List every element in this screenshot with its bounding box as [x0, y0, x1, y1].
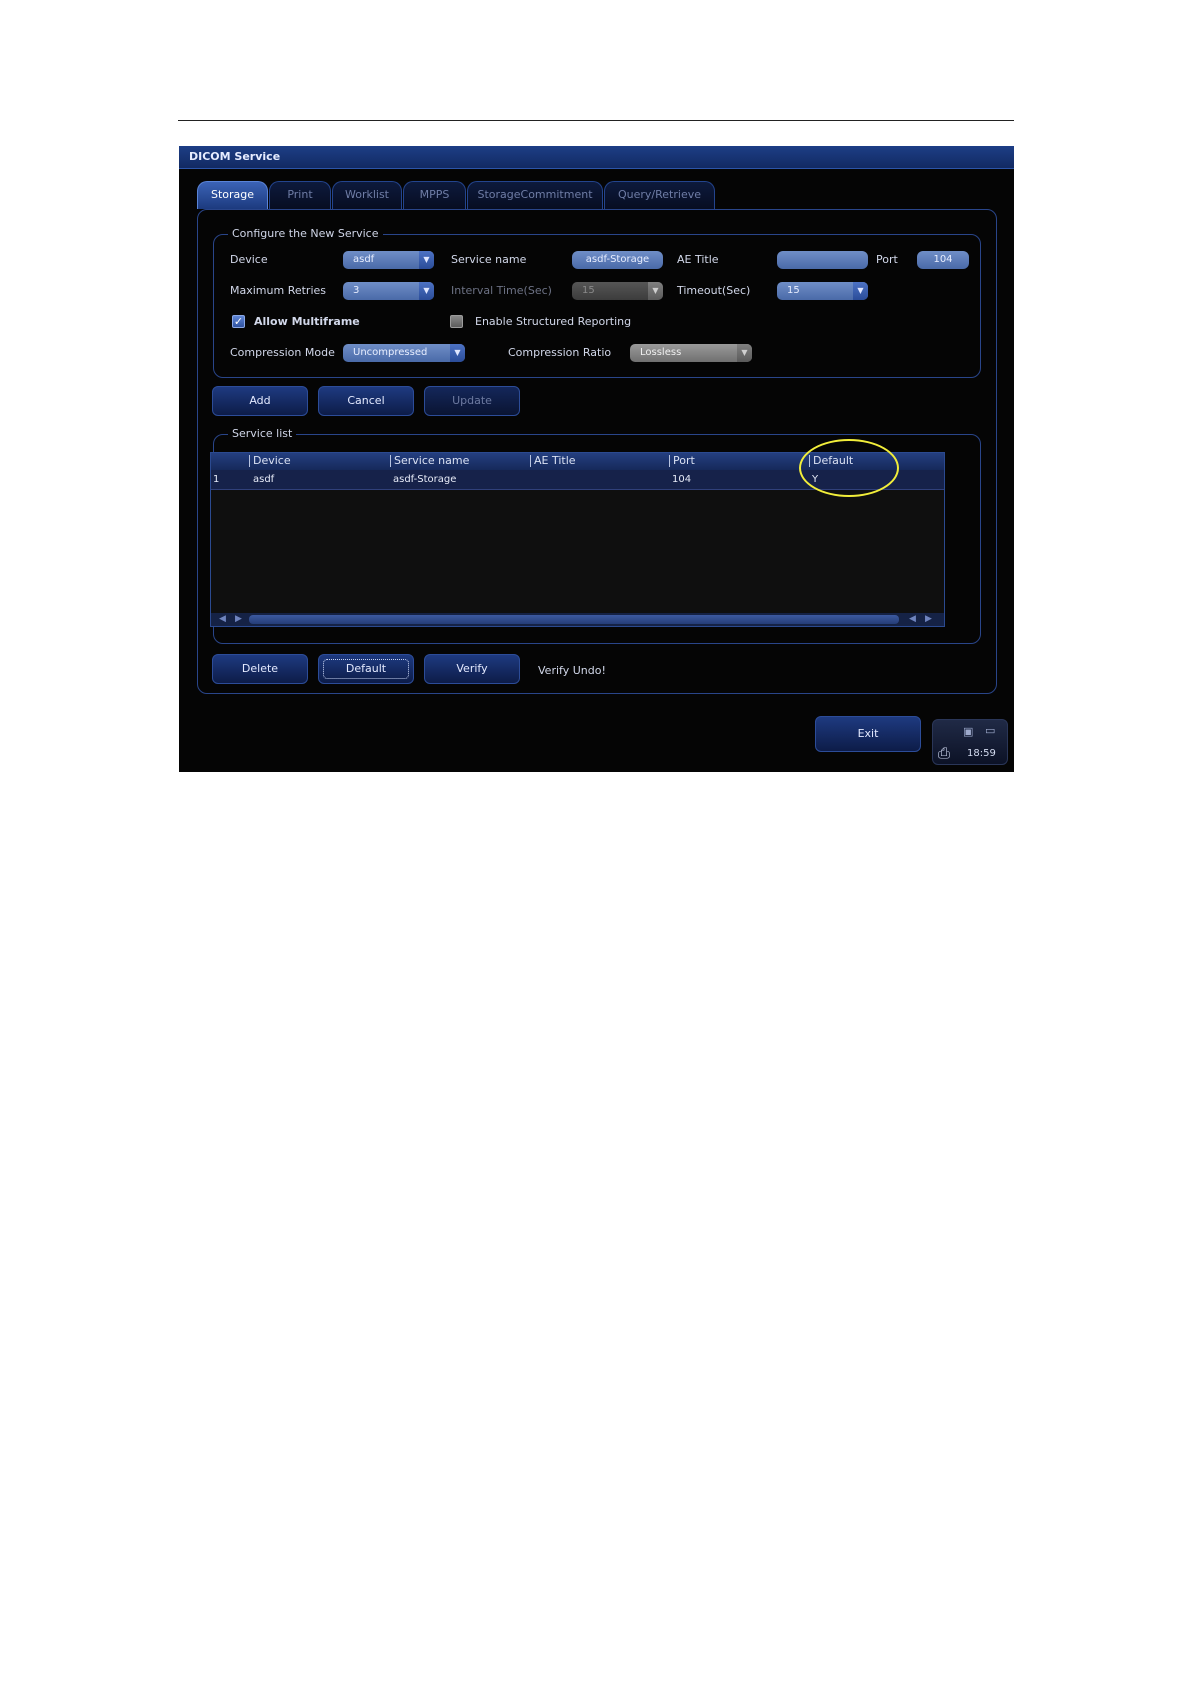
compression-mode-value: Uncompressed [353, 347, 428, 358]
max-retries-select[interactable]: 3 ▼ [343, 282, 434, 300]
scroll-left-icon[interactable]: ◀ [909, 614, 916, 624]
tab-storage[interactable]: Storage [197, 181, 268, 209]
scroll-right-icon[interactable]: ▶ [235, 614, 242, 624]
scroll-right-icon[interactable]: ▶ [925, 614, 932, 624]
focus-ring [323, 659, 409, 679]
compression-mode-label: Compression Mode [230, 346, 335, 359]
page-rule [178, 120, 1014, 121]
add-button[interactable]: Add [212, 386, 308, 416]
max-retries-label: Maximum Retries [230, 284, 327, 297]
status-tray: ▣ ▭ ⎙ 18:59 [932, 719, 1008, 765]
tab-mpps[interactable]: MPPS [403, 181, 466, 209]
device-value: asdf [353, 254, 375, 265]
verify-status: Verify Undo! [538, 664, 606, 677]
chevron-down-icon: ▼ [648, 282, 663, 300]
column-ae-title[interactable]: AE Title [530, 455, 576, 467]
monitor-icon: ▭ [985, 724, 996, 737]
structured-reporting-checkbox[interactable] [450, 315, 463, 328]
service-name-field[interactable]: asdf-Storage [572, 251, 663, 269]
chevron-down-icon[interactable]: ▼ [737, 344, 752, 362]
update-button: Update [424, 386, 520, 416]
chevron-down-icon[interactable]: ▼ [419, 251, 434, 269]
ae-title-field[interactable] [777, 251, 868, 269]
interval-time-value: 15 [582, 285, 595, 296]
column-service-name[interactable]: Service name [390, 455, 469, 467]
tab-storage-commitment[interactable]: StorageCommitment [467, 181, 603, 209]
tab-query-retrieve[interactable]: Query/Retrieve [604, 181, 715, 209]
tab-worklist[interactable]: Worklist [332, 181, 402, 209]
cell-port: 104 [672, 474, 692, 485]
allow-multiframe-label: Allow Multiframe [254, 315, 360, 328]
window-title: DICOM Service [189, 150, 281, 163]
column-port[interactable]: Port [669, 455, 695, 467]
horizontal-scrollbar[interactable]: ◀ ▶ ◀ ▶ [211, 613, 944, 626]
device-label: Device [230, 253, 268, 266]
highlight-ellipse [799, 439, 899, 497]
max-retries-value: 3 [353, 285, 360, 296]
chevron-down-icon[interactable]: ▼ [450, 344, 465, 362]
timeout-value: 15 [787, 285, 800, 296]
service-list-legend: Service list [228, 427, 297, 440]
scroll-left-icon[interactable]: ◀ [219, 614, 226, 624]
checkmark-icon: ✓ [233, 315, 244, 328]
exit-button[interactable]: Exit [815, 716, 921, 752]
compression-ratio-value: Lossless [640, 347, 682, 358]
interval-time-select: 15 ▼ [572, 282, 663, 300]
verify-button[interactable]: Verify [424, 654, 520, 684]
window-titlebar: DICOM Service [179, 146, 1014, 169]
tab-print[interactable]: Print [269, 181, 331, 209]
column-device[interactable]: Device [249, 455, 291, 467]
default-button[interactable]: Default [318, 654, 414, 684]
structured-reporting-label: Enable Structured Reporting [475, 315, 632, 328]
port-field[interactable]: 104 [917, 251, 969, 269]
interval-time-label: Interval Time(Sec) [451, 284, 552, 297]
timeout-select[interactable]: 15 ▼ [777, 282, 868, 300]
port-label: Port [876, 253, 898, 266]
cell-service-name: asdf-Storage [393, 474, 457, 485]
compression-ratio-label: Compression Ratio [508, 346, 612, 359]
timeout-label: Timeout(Sec) [677, 284, 751, 297]
allow-multiframe-checkbox[interactable]: ✓ [232, 315, 245, 328]
row-index: 1 [213, 474, 220, 485]
chevron-down-icon[interactable]: ▼ [853, 282, 868, 300]
scrollbar-thumb[interactable] [249, 615, 899, 624]
cancel-button[interactable]: Cancel [318, 386, 414, 416]
storage-icon: ▣ [963, 725, 974, 738]
clock: 18:59 [967, 748, 996, 759]
delete-button[interactable]: Delete [212, 654, 308, 684]
configure-legend: Configure the New Service [228, 227, 383, 240]
device-select[interactable]: asdf ▼ [343, 251, 434, 269]
compression-mode-select[interactable]: Uncompressed ▼ [343, 344, 465, 362]
cell-device: asdf [253, 474, 275, 485]
ae-title-label: AE Title [677, 253, 719, 266]
chevron-down-icon[interactable]: ▼ [419, 282, 434, 300]
compression-ratio-select[interactable]: Lossless ▼ [630, 344, 752, 362]
printer-icon: ⎙ [938, 744, 951, 762]
service-name-label: Service name [451, 253, 527, 266]
